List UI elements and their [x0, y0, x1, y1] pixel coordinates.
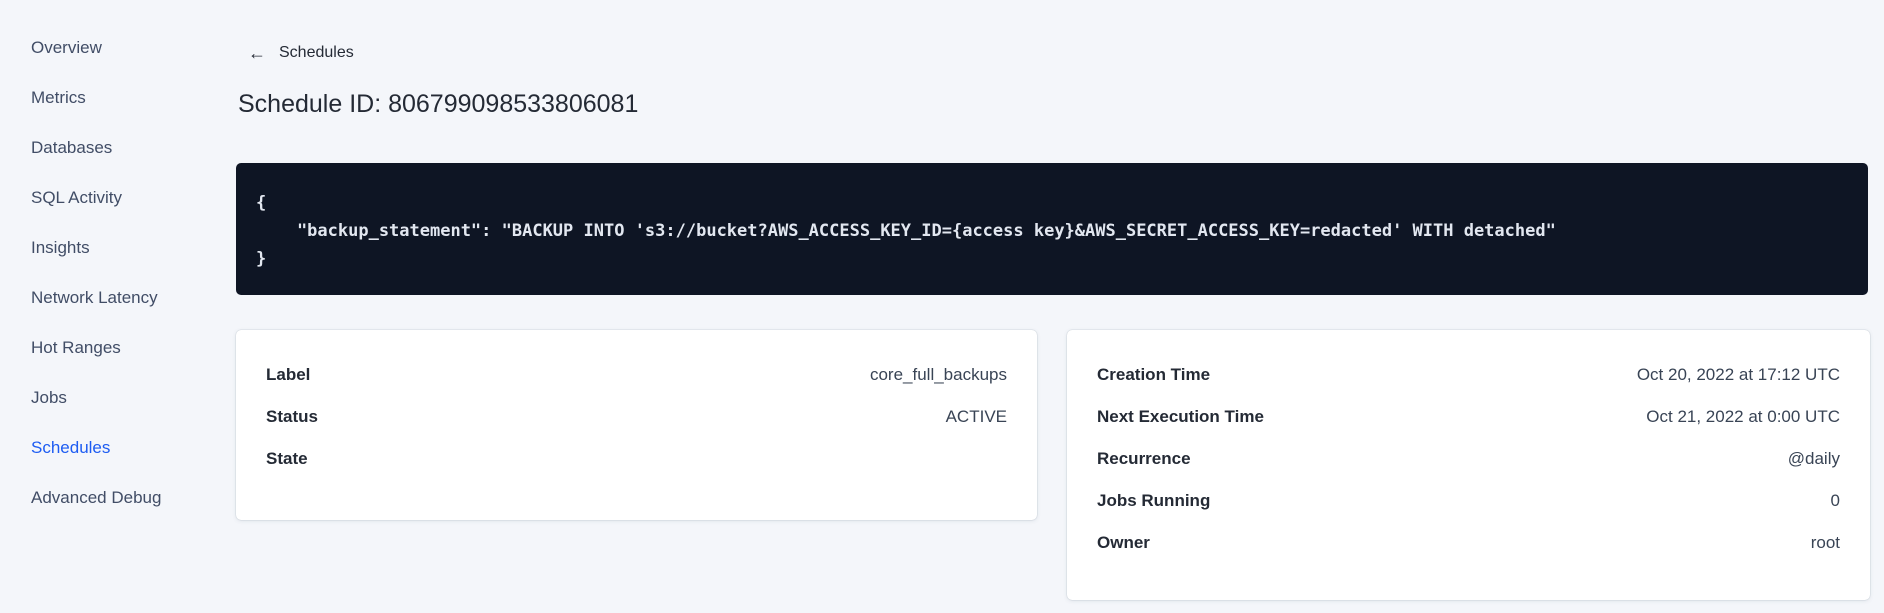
code-line: { [256, 193, 267, 213]
table-row: Status ACTIVE [266, 396, 1007, 438]
left-arrow-icon: ← [248, 43, 266, 63]
schedule-timing-card: Creation Time Oct 20, 2022 at 17:12 UTC … [1067, 330, 1870, 600]
table-row: Label core_full_backups [266, 354, 1007, 396]
sidebar-item-databases[interactable]: Databases [0, 123, 220, 173]
label-value: core_full_backups [869, 365, 1007, 384]
code-line: "backup_statement": "BACKUP INTO 's3://b… [256, 221, 1556, 241]
sidebar-item-overview[interactable]: Overview [0, 23, 220, 73]
code-line: } [256, 249, 267, 269]
sidebar-item-network-latency[interactable]: Network Latency [0, 273, 220, 323]
table-row: State [266, 438, 1007, 480]
status-key: Status [266, 407, 318, 426]
recurrence-value: @daily [1787, 449, 1840, 468]
backup-statement-code-block: { "backup_statement": "BACKUP INTO 's3:/… [236, 163, 1868, 295]
sidebar-item-metrics[interactable]: Metrics [0, 73, 220, 123]
label-key: Label [266, 365, 311, 384]
table-row: Owner root [1097, 522, 1840, 564]
owner-key: Owner [1097, 533, 1150, 552]
table-row: Creation Time Oct 20, 2022 at 17:12 UTC [1097, 354, 1840, 396]
status-value: ACTIVE [945, 407, 1007, 426]
next-execution-time-value: Oct 21, 2022 at 0:00 UTC [1646, 407, 1840, 426]
schedule-details-card: Label core_full_backups Status ACTIVE St… [236, 330, 1037, 520]
sidebar-item-advanced-debug[interactable]: Advanced Debug [0, 473, 220, 523]
sidebar-item-jobs[interactable]: Jobs [0, 373, 220, 423]
recurrence-key: Recurrence [1097, 449, 1191, 468]
page-title: Schedule ID: 806799098533806081 [238, 90, 639, 118]
state-key: State [266, 449, 308, 468]
sidebar-item-schedules[interactable]: Schedules [0, 423, 220, 473]
sidebar-item-list: Overview Metrics Databases SQL Activity … [0, 23, 220, 523]
sidebar-nav: Overview Metrics Databases SQL Activity … [0, 0, 220, 613]
owner-value: root [1810, 533, 1840, 552]
next-execution-time-key: Next Execution Time [1097, 407, 1264, 426]
back-link-label: Schedules [279, 44, 354, 61]
creation-time-value: Oct 20, 2022 at 17:12 UTC [1636, 365, 1840, 384]
sidebar-item-hot-ranges[interactable]: Hot Ranges [0, 323, 220, 373]
table-row: Jobs Running 0 [1097, 480, 1840, 522]
back-to-schedules-link[interactable]: ← Schedules [248, 42, 354, 64]
sidebar-item-insights[interactable]: Insights [0, 223, 220, 273]
sidebar-item-sql-activity[interactable]: SQL Activity [0, 173, 220, 223]
table-row: Next Execution Time Oct 21, 2022 at 0:00… [1097, 396, 1840, 438]
table-row: Recurrence @daily [1097, 438, 1840, 480]
creation-time-key: Creation Time [1097, 365, 1211, 384]
jobs-running-value: 0 [1830, 491, 1840, 510]
backup-statement-code: { "backup_statement": "BACKUP INTO 's3:/… [256, 189, 1848, 273]
jobs-running-key: Jobs Running [1097, 491, 1211, 510]
